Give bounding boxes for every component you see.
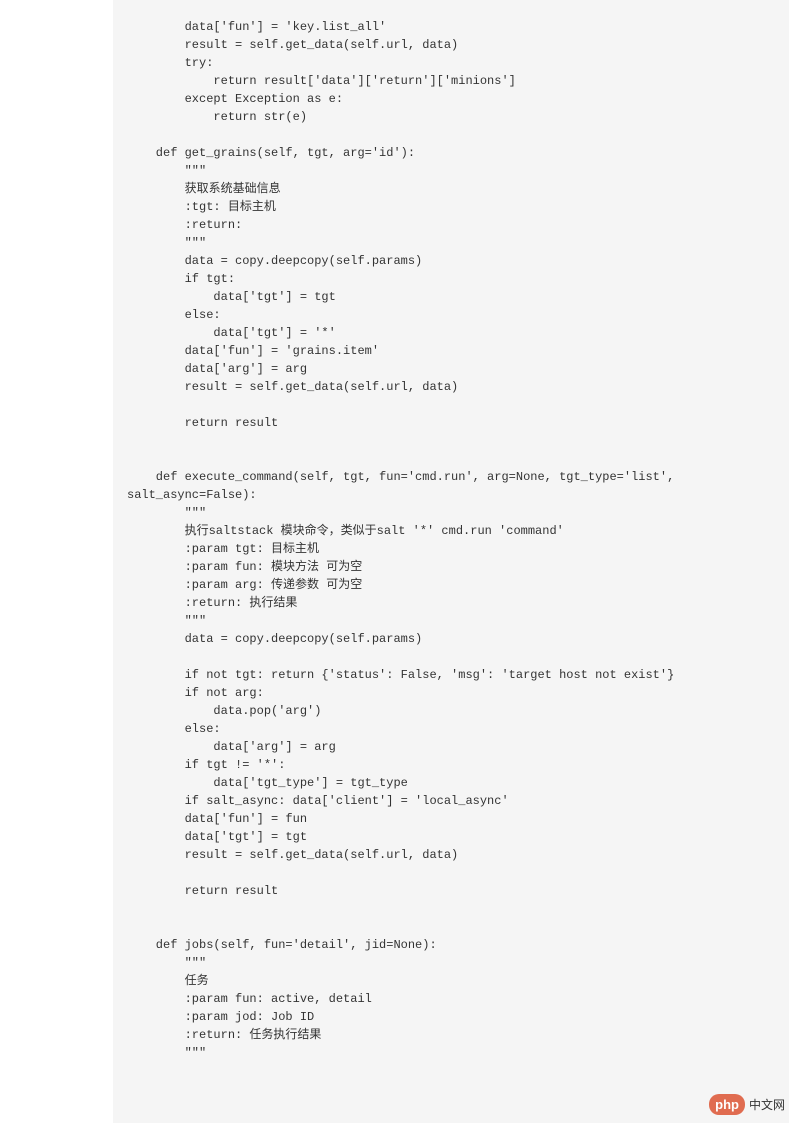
logo-badge: php — [709, 1094, 745, 1115]
code-block: data['fun'] = 'key.list_all' result = se… — [127, 18, 775, 1062]
logo-text: 中文网 — [749, 1096, 785, 1113]
site-logo-floating[interactable]: php 中文网 — [709, 1094, 785, 1115]
code-container: data['fun'] = 'key.list_all' result = se… — [113, 0, 789, 1123]
